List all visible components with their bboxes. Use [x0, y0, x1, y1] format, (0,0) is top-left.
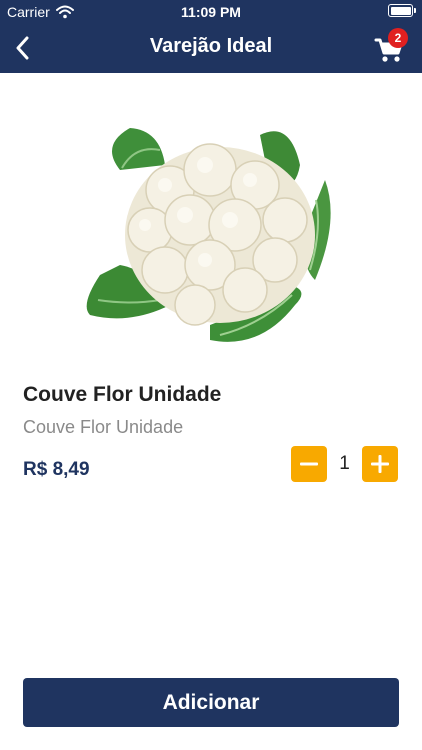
product-image — [86, 128, 331, 342]
plus-icon — [371, 455, 389, 473]
page-title: Varejão Ideal — [149, 35, 273, 57]
product-name: Couve Flor Unidade — [23, 383, 222, 406]
quantity-value: 1 — [339, 453, 350, 474]
add-button[interactable]: Adicionar — [23, 678, 399, 727]
decrease-quantity-button[interactable] — [291, 446, 327, 482]
minus-icon — [300, 462, 318, 466]
battery-icon — [388, 4, 416, 17]
product-price: R$ 8,49 — [23, 459, 90, 480]
status-bar: Carrier 11:09 PM — [0, 0, 422, 22]
cart-count-badge: 2 — [388, 28, 408, 48]
nav-bar: Varejão Ideal — [0, 22, 422, 73]
product-description: Couve Flor Unidade — [23, 417, 184, 437]
increase-quantity-button[interactable] — [362, 446, 398, 482]
status-time: 11:09 PM — [181, 4, 241, 20]
